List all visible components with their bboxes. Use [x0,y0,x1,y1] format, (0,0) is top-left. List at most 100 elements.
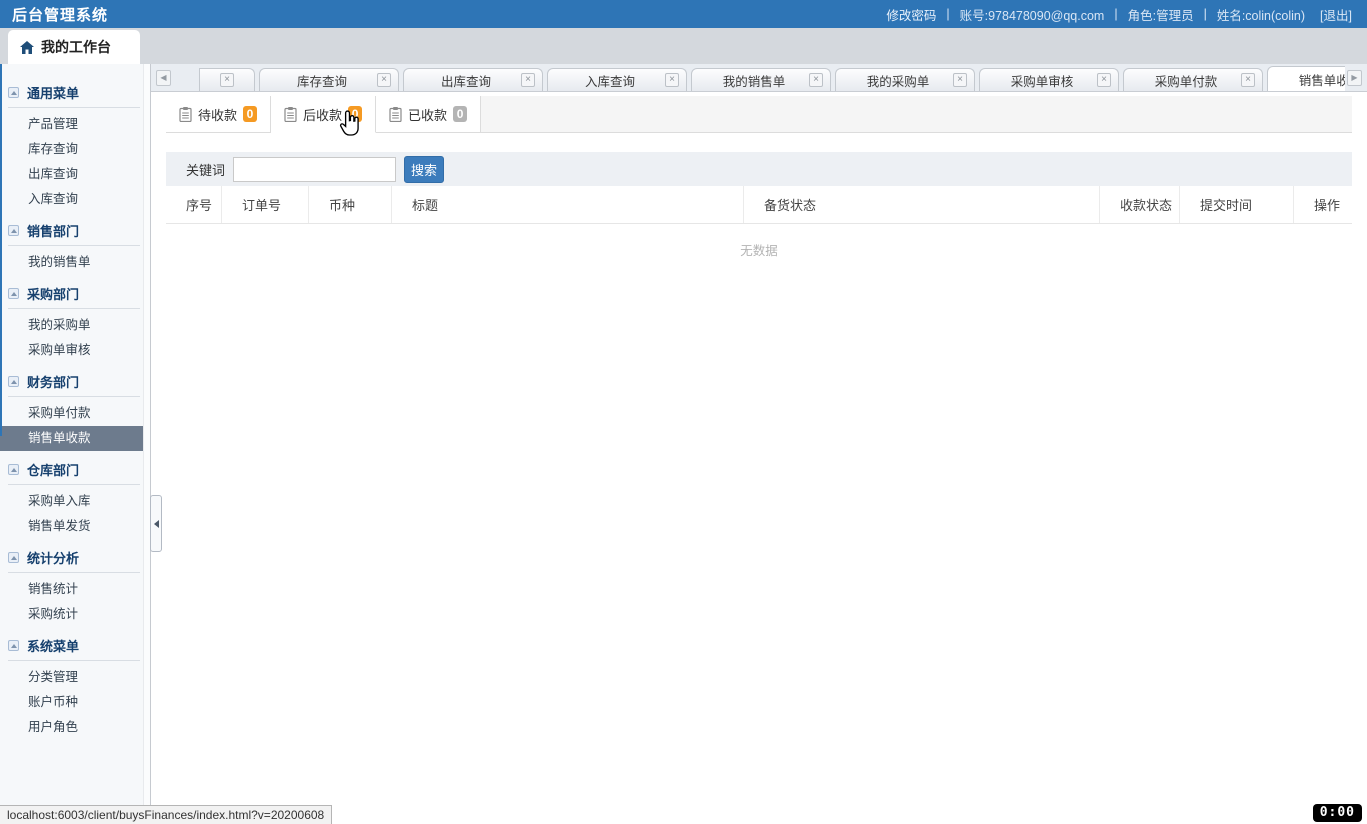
section-label: 统计分析 [27,548,79,567]
sidebar-item-account-currency[interactable]: 账户币种 [0,690,150,715]
separator: | [1204,7,1207,21]
app-window: 后台管理系统 修改密码 | 账号:978478090@qq.com | 角色:管… [0,0,1367,824]
close-tab-icon[interactable]: × [665,73,679,87]
tab-label: 出库查询 [411,71,521,90]
collapse-section-icon[interactable] [8,552,19,563]
count-badge: 0 [243,106,257,122]
sidebar-section-statistics[interactable]: 统计分析 [8,548,140,573]
status-url-bar: localhost:6003/client/buysFinances/index… [0,805,332,824]
workspace-bar: 我的工作台 [0,28,1367,64]
subtab-bar-filler [481,96,1352,133]
sidebar-section-purchasing[interactable]: 采购部门 [8,284,140,309]
section-items: 分类管理 账户币种 用户角色 [0,665,150,740]
sidebar-item-stock-query[interactable]: 库存查询 [0,137,150,162]
sidebar-item-my-sales-orders[interactable]: 我的销售单 [0,250,150,275]
tab-sales-receipt-active[interactable]: 销售单收款 × [1267,66,1345,91]
subtab-label: 已收款 [408,105,447,124]
tab-scroll-right-button[interactable]: ▶ [1347,70,1362,86]
sidebar-section-common[interactable]: 通用菜单 [8,83,140,108]
collapse-section-icon[interactable] [8,640,19,651]
tab-truncated[interactable]: × [199,68,255,91]
user-info-bar: 修改密码 | 账号:978478090@qq.com | 角色:管理员 | 姓名… [881,5,1357,24]
close-tab-icon[interactable]: × [521,73,535,87]
account-label: 账号:978478090@qq.com [960,5,1105,24]
close-tab-icon[interactable]: × [809,73,823,87]
collapse-left-icon [154,520,159,528]
sidebar-section-sales[interactable]: 销售部门 [8,221,140,246]
section-label: 采购部门 [27,284,79,303]
sidebar-scrollbar[interactable] [143,64,150,824]
keyword-label: 关键词 [186,160,225,179]
tab-label: 我的采购单 [843,71,953,90]
section-label: 通用菜单 [27,83,79,102]
sidebar-item-purchase-payment[interactable]: 采购单付款 [0,401,150,426]
search-button[interactable]: 搜索 [404,156,444,183]
tab-my-sales-orders[interactable]: 我的销售单 × [691,68,831,91]
sidebar-item-purchase-inbound[interactable]: 采购单入库 [0,489,150,514]
tab-label: 采购单审核 [987,71,1097,90]
sidebar-item-user-roles[interactable]: 用户角色 [0,715,150,740]
tab-label: 采购单付款 [1131,71,1241,90]
section-label: 财务部门 [27,372,79,391]
sidebar-item-sales-receipt[interactable]: 销售单收款 [0,426,150,451]
receipt-subtabs: 待收款 0 后收款 0 [166,96,1352,133]
tab-outbound-query[interactable]: 出库查询 × [403,68,543,91]
change-password-link[interactable]: 修改密码 [886,5,936,24]
column-header-order-no: 订单号 [221,186,308,223]
logout-link[interactable]: [退出] [1320,5,1352,24]
tab-stock-query[interactable]: 库存查询 × [259,68,399,91]
sidebar-item-inbound-query[interactable]: 入库查询 [0,187,150,212]
subtab-received[interactable]: 已收款 0 [376,96,481,133]
sidebar-item-purchase-review[interactable]: 采购单审核 [0,338,150,363]
tab-label: 库存查询 [267,71,377,90]
section-label: 系统菜单 [27,636,79,655]
top-header: 后台管理系统 修改密码 | 账号:978478090@qq.com | 角色:管… [0,0,1367,28]
sidebar-section-finance[interactable]: 财务部门 [8,372,140,397]
column-header-actions: 操作 [1293,186,1352,223]
collapse-section-icon[interactable] [8,225,19,236]
sidebar-item-category-mgmt[interactable]: 分类管理 [0,665,150,690]
close-tab-icon[interactable]: × [220,73,234,87]
sidebar-item-sales-stats[interactable]: 销售统计 [0,577,150,602]
count-badge: 0 [453,106,467,122]
tab-label: 入库查询 [555,71,665,90]
sidebar-section-warehouse[interactable]: 仓库部门 [8,460,140,485]
close-tab-icon[interactable]: × [1097,73,1111,87]
collapse-section-icon[interactable] [8,288,19,299]
workspace-tab[interactable]: 我的工作台 [8,30,140,64]
close-tab-icon[interactable]: × [953,73,967,87]
section-label: 销售部门 [27,221,79,240]
sidebar-item-outbound-query[interactable]: 出库查询 [0,162,150,187]
column-header-stock-status: 备货状态 [743,186,1099,223]
subtab-pending-receipt[interactable]: 待收款 0 [166,96,271,133]
sidebar-item-product-mgmt[interactable]: 产品管理 [0,112,150,137]
section-items: 采购单入库 销售单发货 [0,489,150,539]
collapse-section-icon[interactable] [8,376,19,387]
sidebar-section-system[interactable]: 系统菜单 [8,636,140,661]
column-header-submit-time: 提交时间 [1179,186,1293,223]
subtab-later-receipt-active[interactable]: 后收款 0 [271,96,376,133]
collapse-section-icon[interactable] [8,464,19,475]
section-label: 仓库部门 [27,460,79,479]
column-header-title: 标题 [391,186,743,223]
tab-purchase-review[interactable]: 采购单审核 × [979,68,1119,91]
document-icon [389,107,402,122]
tab-my-purchase-orders[interactable]: 我的采购单 × [835,68,975,91]
tab-purchase-payment[interactable]: 采购单付款 × [1123,68,1263,91]
document-icon [179,107,192,122]
column-header-currency: 币种 [308,186,391,223]
sidebar: 通用菜单 产品管理 库存查询 出库查询 入库查询 销售部门 我的销售单 采购部门… [0,64,151,824]
close-tab-icon[interactable]: × [377,73,391,87]
sidebar-item-purchase-stats[interactable]: 采购统计 [0,602,150,627]
content-area: ◀ × 库存查询 × 出库查询 × 入库查询 × [151,64,1367,824]
collapse-section-icon[interactable] [8,87,19,98]
sidebar-collapse-handle[interactable] [150,495,162,552]
sidebar-item-sales-shipping[interactable]: 销售单发货 [0,514,150,539]
tab-inbound-query[interactable]: 入库查询 × [547,68,687,91]
tab-scroll-left-button[interactable]: ◀ [156,70,171,86]
document-tab-bar: ◀ × 库存查询 × 出库查询 × 入库查询 × [151,64,1367,92]
keyword-input[interactable] [233,157,396,182]
sidebar-item-my-purchase-orders[interactable]: 我的采购单 [0,313,150,338]
separator: | [946,7,949,21]
close-tab-icon[interactable]: × [1241,73,1255,87]
